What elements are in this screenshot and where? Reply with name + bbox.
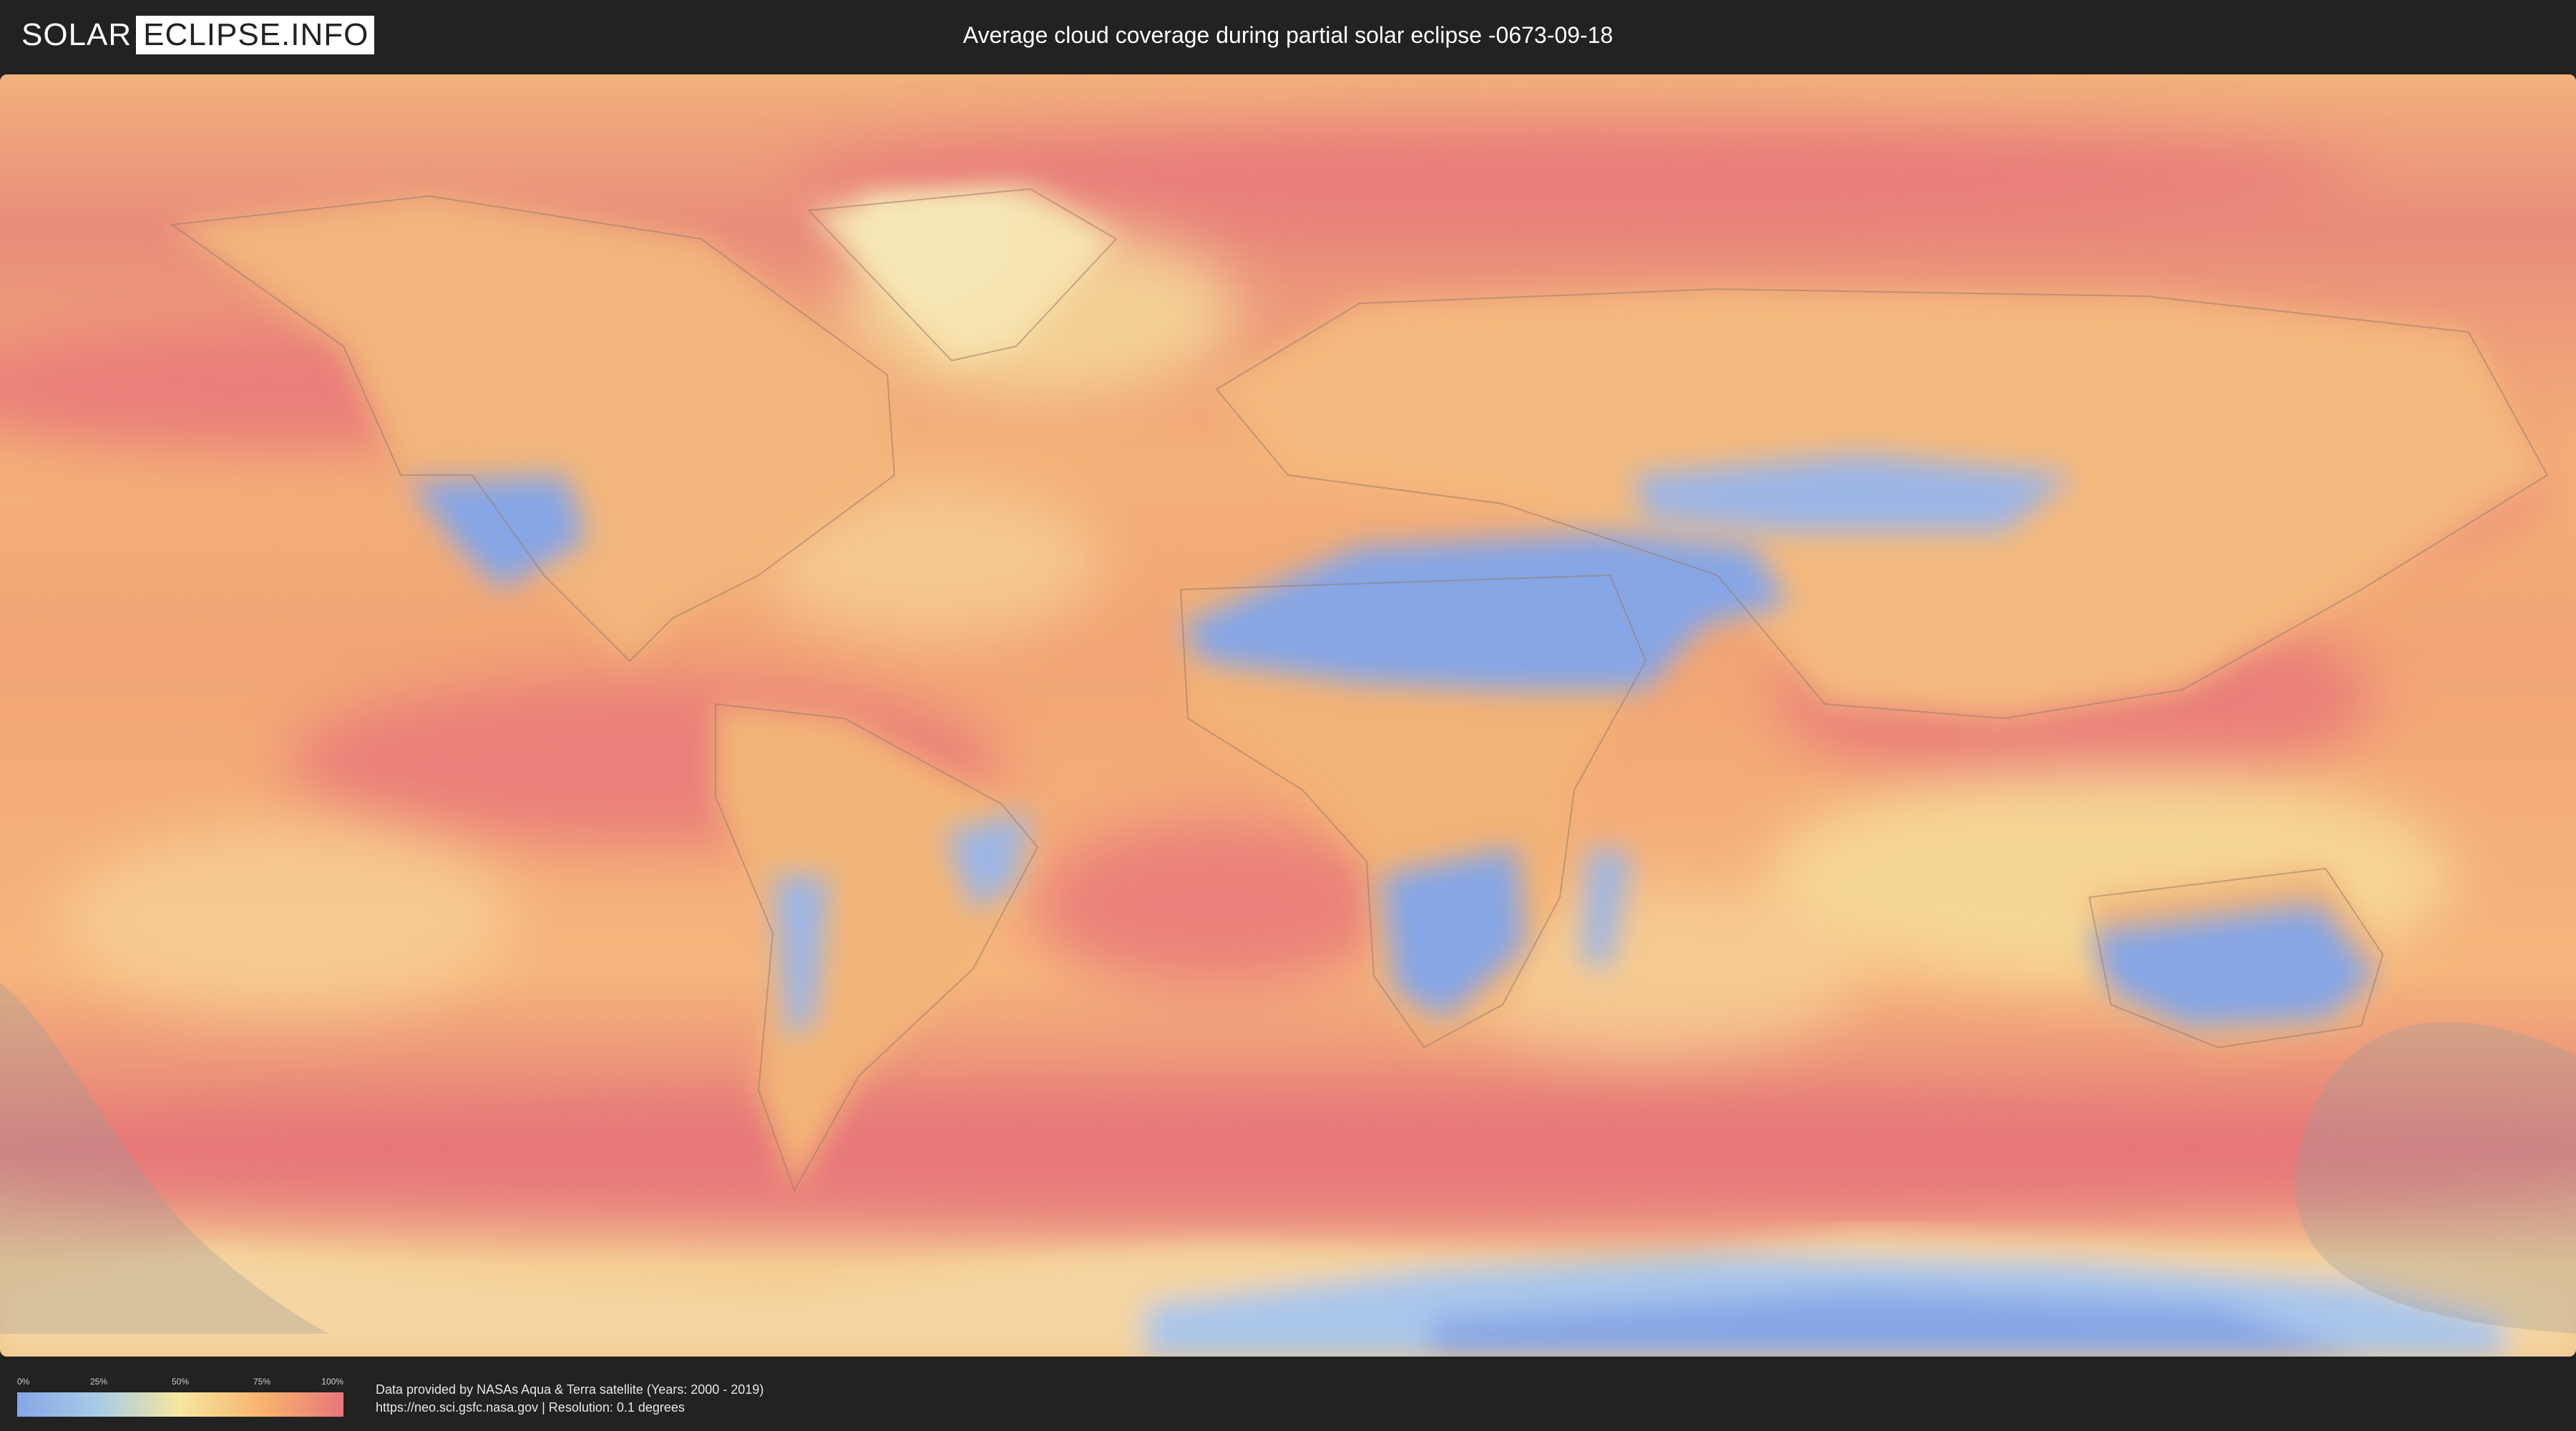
- credit-source: Data provided by NASAs Aqua & Terra sate…: [376, 1382, 764, 1397]
- color-legend: 0% 25% 50% 75% 100%: [17, 1377, 343, 1417]
- legend-tick-75: 75%: [253, 1377, 271, 1387]
- legend-ticks: 0% 25% 50% 75% 100%: [17, 1377, 343, 1390]
- legend-tick-100: 100%: [321, 1377, 343, 1387]
- page-title: Average cloud coverage during partial so…: [962, 22, 1614, 48]
- data-credits: Data provided by NASAs Aqua & Terra sate…: [376, 1381, 763, 1417]
- map-canvas: [0, 74, 2576, 1357]
- legend-tick-50: 50%: [171, 1377, 190, 1387]
- cloud-coverage-map[interactable]: [0, 74, 2576, 1357]
- header-bar: SOLAR ECLIPSE.INFO Average cloud coverag…: [0, 0, 2576, 72]
- legend-gradient-bar: [17, 1392, 343, 1417]
- legend-tick-0: 0%: [17, 1377, 30, 1387]
- credit-url-resolution[interactable]: https://neo.sci.gsfc.nasa.gov | Resoluti…: [376, 1399, 763, 1417]
- footer-bar: 0% 25% 50% 75% 100% Data provided by NAS…: [0, 1359, 2576, 1431]
- legend-tick-25: 25%: [89, 1377, 108, 1387]
